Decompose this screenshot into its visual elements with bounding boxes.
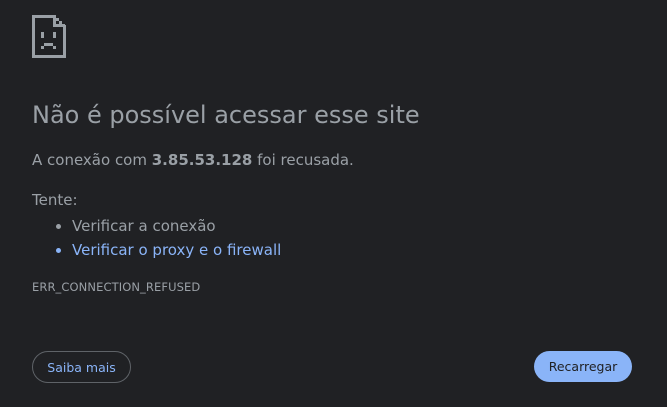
learn-more-button[interactable]: Saiba mais — [32, 351, 131, 383]
try-label: Tente: — [32, 191, 78, 209]
error-code: ERR_CONNECTION_REFUSED — [32, 280, 201, 294]
suggestion-check-proxy-link[interactable]: Verificar o proxy e o firewall — [72, 238, 281, 262]
message-suffix: foi recusada. — [252, 151, 354, 169]
error-message: A conexão com 3.85.53.128 foi recusada. — [32, 151, 354, 169]
host-address: 3.85.53.128 — [151, 151, 253, 169]
suggestion-list: Verificar a conexão Verificar o proxy e … — [32, 214, 281, 262]
reload-button[interactable]: Recarregar — [534, 351, 632, 382]
message-prefix: A conexão com — [32, 151, 152, 169]
error-page: Não é possível acessar esse site A conex… — [0, 0, 667, 407]
sad-page-icon — [32, 15, 66, 58]
suggestion-check-connection: Verificar a conexão — [72, 214, 281, 238]
page-title: Não é possível acessar esse site — [32, 101, 420, 129]
